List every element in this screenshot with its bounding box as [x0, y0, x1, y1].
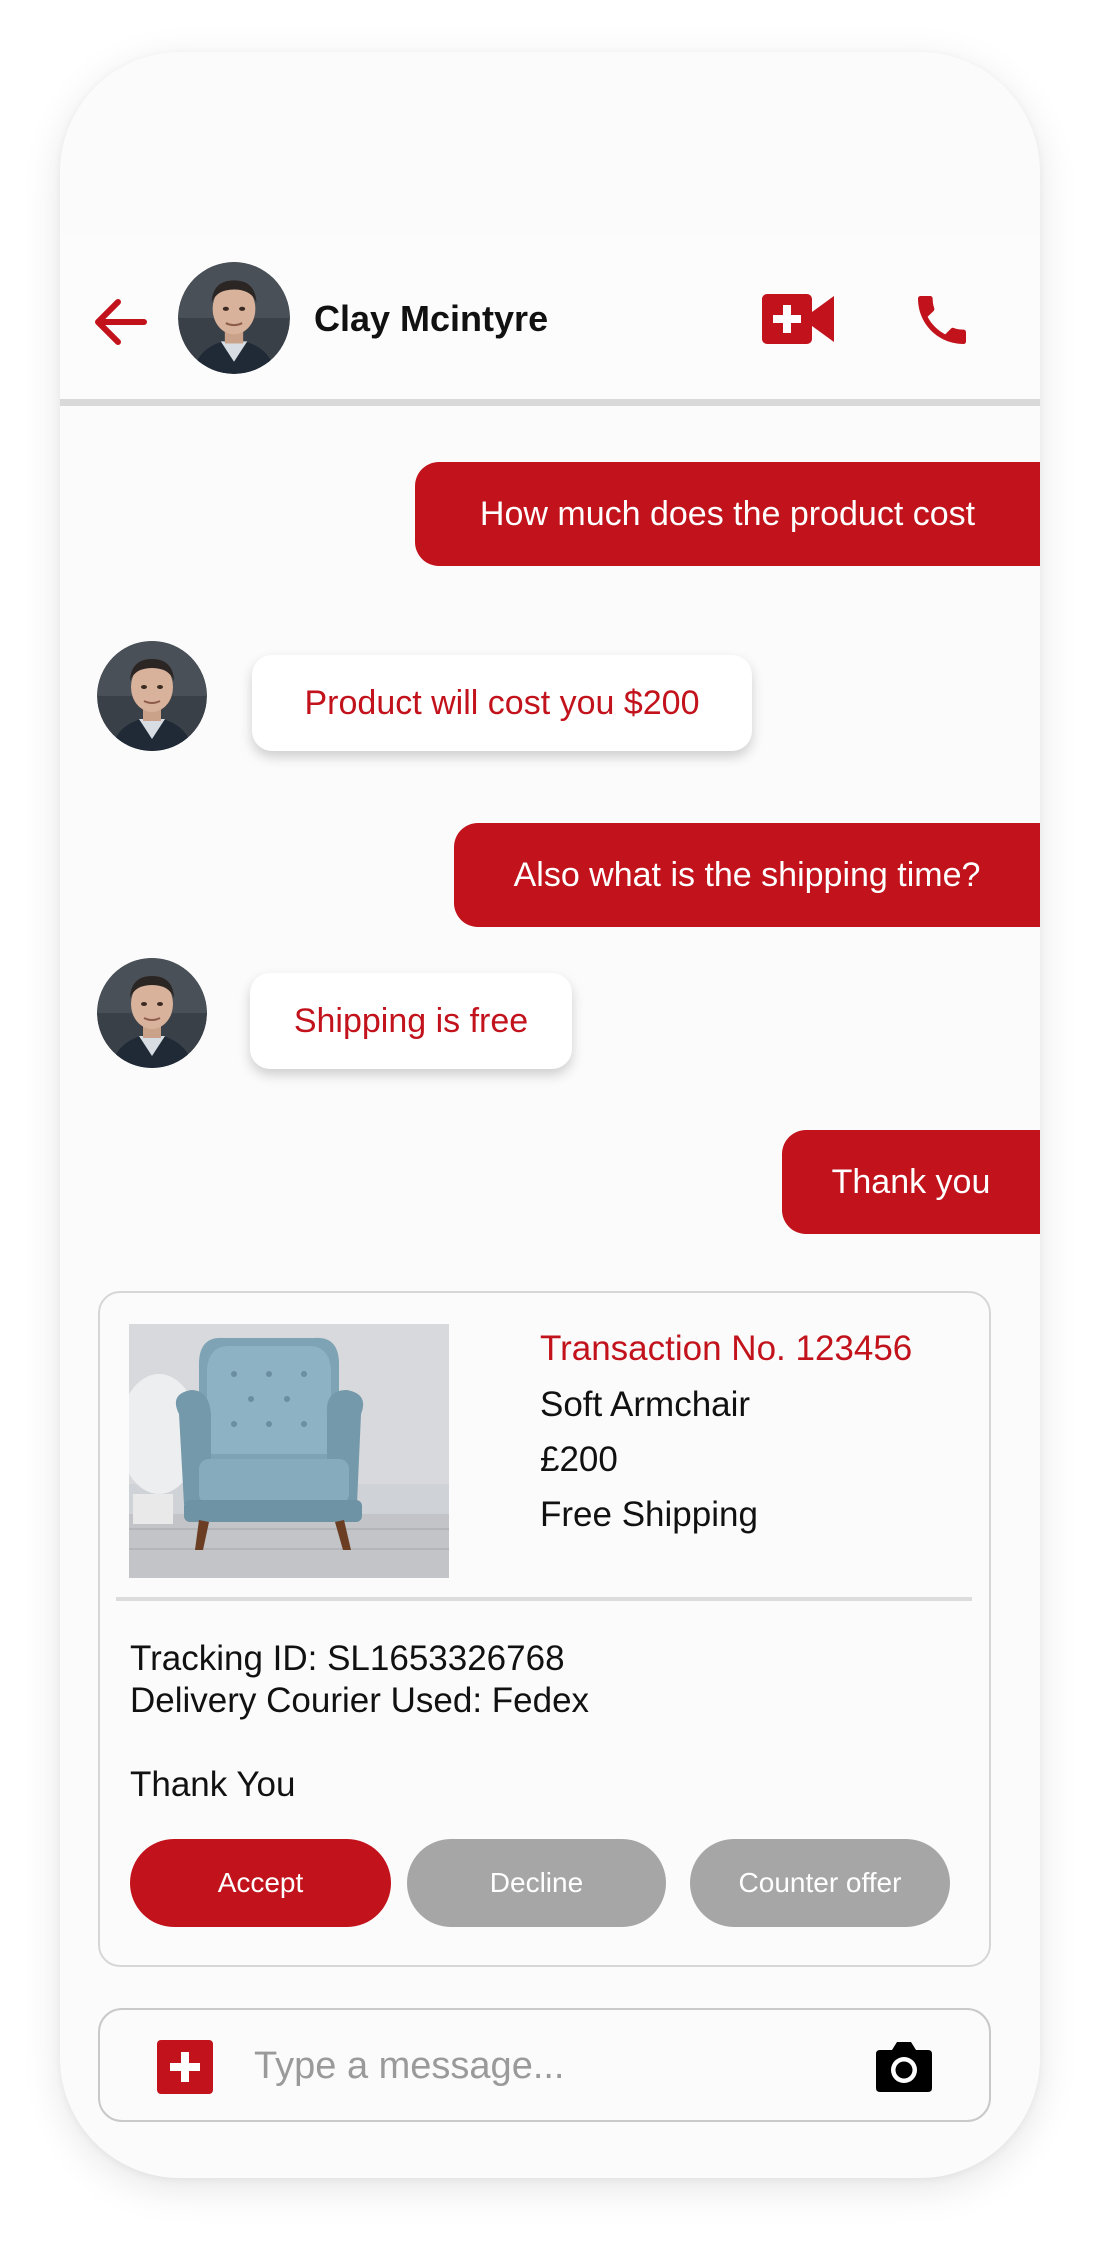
phone-frame: Clay Mcintyre How much does the product …	[60, 52, 1040, 2178]
avatar[interactable]	[97, 641, 207, 751]
message-outgoing: Also what is the shipping time?	[454, 823, 1040, 927]
avatar[interactable]	[178, 262, 290, 374]
thank-you-note: Thank You	[130, 1765, 296, 1804]
camera-icon[interactable]	[874, 2038, 934, 2094]
divider	[116, 1597, 972, 1601]
product-name: Soft Armchair	[540, 1385, 751, 1424]
message-outgoing: Thank you	[782, 1130, 1040, 1234]
message-composer	[98, 2008, 991, 2122]
message-incoming: Product will cost you $200	[252, 655, 752, 751]
product-image	[119, 1324, 449, 1578]
counter-offer-button[interactable]: Counter offer	[690, 1839, 950, 1927]
accept-button[interactable]: Accept	[130, 1839, 391, 1927]
decline-button[interactable]: Decline	[407, 1839, 666, 1927]
arrow-left-icon[interactable]	[90, 296, 148, 348]
chat-header: Clay Mcintyre	[60, 234, 1040, 406]
tracking-id: Tracking ID: SL1653326768	[130, 1639, 565, 1678]
message-input[interactable]	[254, 2032, 774, 2100]
video-call-icon[interactable]	[760, 290, 836, 348]
message-outgoing: How much does the product cost	[415, 462, 1040, 566]
avatar[interactable]	[97, 958, 207, 1068]
message-incoming: Shipping is free	[250, 973, 572, 1069]
plus-icon[interactable]	[157, 2040, 213, 2094]
transaction-number: Transaction No. 123456	[540, 1329, 913, 1368]
transaction-card: Transaction No. 123456 Soft Armchair £20…	[98, 1291, 991, 1967]
product-price: £200	[540, 1440, 618, 1479]
contact-name: Clay Mcintyre	[314, 298, 549, 339]
delivery-courier: Delivery Courier Used: Fedex	[130, 1681, 590, 1720]
shipping-info: Free Shipping	[540, 1495, 758, 1534]
phone-icon[interactable]	[910, 288, 974, 352]
